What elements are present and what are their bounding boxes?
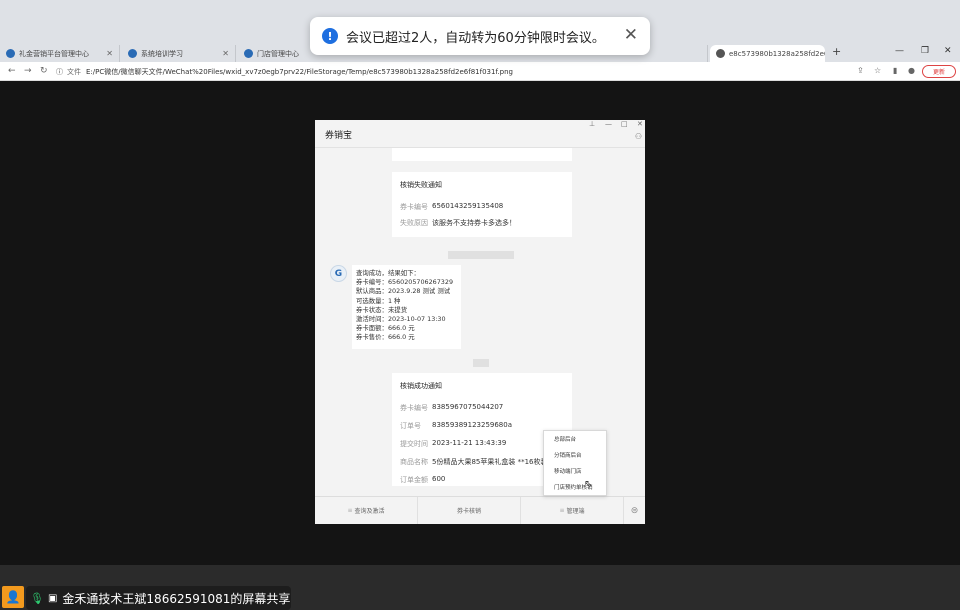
back-icon[interactable]: ← [8, 66, 16, 76]
field-label: 提交时间 [400, 440, 428, 448]
field-value: 5份精品大果85苹果礼盒装 **16枚装 [432, 458, 548, 466]
field-value: 600 [432, 475, 446, 483]
window-close-icon[interactable]: ✕ [944, 46, 952, 56]
field-value: 该服务不支持券卡多选多！ [432, 219, 516, 227]
menu-card-writeoff[interactable]: 券卡核销 [418, 497, 521, 524]
microphone-icon[interactable]: 🎙 [30, 592, 44, 605]
meeting-limit-toast: ! 会议已超过2人，自动转为60分钟限时会议。 ✕ [310, 17, 650, 55]
tab-close-icon[interactable]: ✕ [102, 49, 113, 58]
card-row: 订单金额 600 [400, 475, 564, 485]
reload-icon[interactable]: ↻ [40, 66, 48, 76]
minimize-icon[interactable]: — [605, 120, 612, 128]
management-popup-menu: 总部后台 分销商后台 移动端门店 门店预约单核销 [543, 430, 607, 496]
card-row: 券卡编号 6560143259135408 [400, 202, 564, 212]
tab-close-icon[interactable]: ✕ [218, 49, 229, 58]
popup-item-hq[interactable]: 总部后台 [544, 431, 606, 447]
menu-query-activate[interactable]: ≡ 查询及激活 [315, 497, 418, 524]
card-row: 订单号 83859389123259680a [400, 421, 564, 431]
tab-label: 系统培训学习 [141, 49, 183, 58]
tab-label: 礼金营销平台管理中心 [19, 49, 89, 58]
globe-icon [716, 49, 725, 58]
close-icon[interactable]: ✕ [637, 120, 643, 128]
query-result-bubble: 查询成功，结果如下： 券卡编号：6560205706267329 默认商品：20… [352, 265, 461, 349]
popup-item-mobile-store[interactable]: 移动端门店 [544, 463, 606, 479]
keyboard-toggle-icon[interactable]: ⊜ [624, 497, 645, 524]
field-label: 券卡编号 [400, 404, 428, 412]
field-label: 订单金额 [400, 476, 428, 484]
screen-share-icon: ▣ [47, 592, 58, 604]
field-label: 订单号 [400, 422, 421, 430]
bookmark-star-icon[interactable]: ☆ [874, 66, 881, 75]
card-row: 失败原因 该服务不支持券卡多选多！ [400, 218, 564, 228]
minimize-icon[interactable]: — [895, 46, 904, 56]
url-field[interactable]: ⓘ 文件 E:/PC微信/微信聊天文件/WeChat%20Files/wxid_… [56, 64, 846, 79]
menu-management[interactable]: ≡ 管理端 [521, 497, 624, 524]
user-avatar-icon[interactable]: 👤 [2, 586, 24, 608]
tab-lijin[interactable]: 礼金营销平台管理中心 ✕ [0, 45, 120, 62]
app-menu-bar: ≡ 查询及激活 券卡核销 ≡ 管理端 ⊜ [315, 496, 645, 524]
info-icon: ⓘ [56, 67, 63, 76]
card-row: 提交时间 2023-11-21 13:43:39 [400, 439, 564, 449]
site-favicon-icon [6, 49, 15, 58]
sidepanel-icon[interactable]: ▮ [893, 66, 897, 75]
share-label: 金禾通技术王斌18662591081的屏幕共享 [62, 591, 291, 606]
field-label: 券卡编号 [400, 203, 428, 211]
message-card-partial [392, 148, 572, 161]
toast-message: 会议已超过2人，自动转为60分钟限时会议。 [346, 30, 605, 46]
site-favicon-icon [128, 49, 137, 58]
restore-icon[interactable]: ❐ [921, 46, 929, 56]
tab-label: 门店管理中心 [257, 49, 299, 58]
field-label: 失败原因 [400, 219, 428, 227]
fail-notice-card: 核销失败通知 券卡编号 6560143259135408 失败原因 该服务不支持… [392, 172, 572, 237]
field-value: 6560143259135408 [432, 202, 504, 210]
menu-label: 管理端 [566, 508, 585, 515]
card-title: 核销成功通知 [400, 382, 442, 390]
menu-label: 查询及激活 [354, 508, 385, 515]
url-scheme-label: 文件 [67, 67, 81, 76]
tab-image-active[interactable]: e8c573980b1328a258fd2e6f81f... ✕ [710, 45, 825, 62]
timestamp-chip [448, 251, 514, 259]
field-value: 83859389123259680a [432, 421, 513, 429]
maximize-icon[interactable]: □ [621, 120, 628, 128]
card-row: 券卡编号 8385967075044207 [400, 403, 564, 413]
menu-lines-icon: ≡ [347, 507, 353, 514]
menu-lines-icon: ≡ [559, 507, 565, 514]
screen-share-bar[interactable]: 🎙 ▣ 金禾通技术王斌18662591081的屏幕共享 [26, 586, 291, 610]
card-title: 核销失败通知 [400, 181, 442, 189]
field-value: 2023-11-21 13:43:39 [432, 439, 507, 447]
address-bar: ← → ↻ ⓘ 文件 E:/PC微信/微信聊天文件/WeChat%20Files… [0, 62, 960, 81]
popup-item-reservation[interactable]: 门店预约单核销 [544, 479, 606, 495]
tab-label: e8c573980b1328a258fd2e6f81f... [729, 49, 825, 58]
popup-item-distributor[interactable]: 分销商后台 [544, 447, 606, 463]
forward-icon[interactable]: → [24, 66, 32, 76]
alert-icon: ! [322, 28, 338, 44]
app-title: 券销宝 [325, 131, 353, 141]
share-icon[interactable]: ⇪ [857, 66, 864, 75]
person-icon[interactable]: ⚇ [635, 132, 642, 141]
field-label: 商品名称 [400, 458, 428, 466]
card-row: 商品名称 5份精品大果85苹果礼盒装 **16枚装 [400, 457, 564, 467]
pin-icon[interactable]: ⊥ [589, 120, 595, 128]
bot-avatar: G [330, 265, 347, 282]
timestamp-chip [473, 359, 489, 367]
app-title-bar: 券销宝 ⊥ — □ ✕ ⚇ [315, 120, 645, 148]
update-button[interactable]: 更新 [922, 65, 956, 78]
menu-label: 券卡核销 [456, 508, 481, 515]
url-text: E:/PC微信/微信聊天文件/WeChat%20Files/wxid_xv7z0… [86, 67, 513, 76]
tab-training[interactable]: 系统培训学习 ✕ [122, 45, 236, 62]
new-tab-icon[interactable]: + [832, 45, 841, 58]
toast-close-icon[interactable]: ✕ [624, 25, 638, 45]
field-value: 8385967075044207 [432, 403, 504, 411]
profile-icon[interactable]: ● [908, 66, 915, 75]
site-favicon-icon [244, 49, 253, 58]
mouse-cursor-icon: ⇖ [584, 479, 593, 490]
